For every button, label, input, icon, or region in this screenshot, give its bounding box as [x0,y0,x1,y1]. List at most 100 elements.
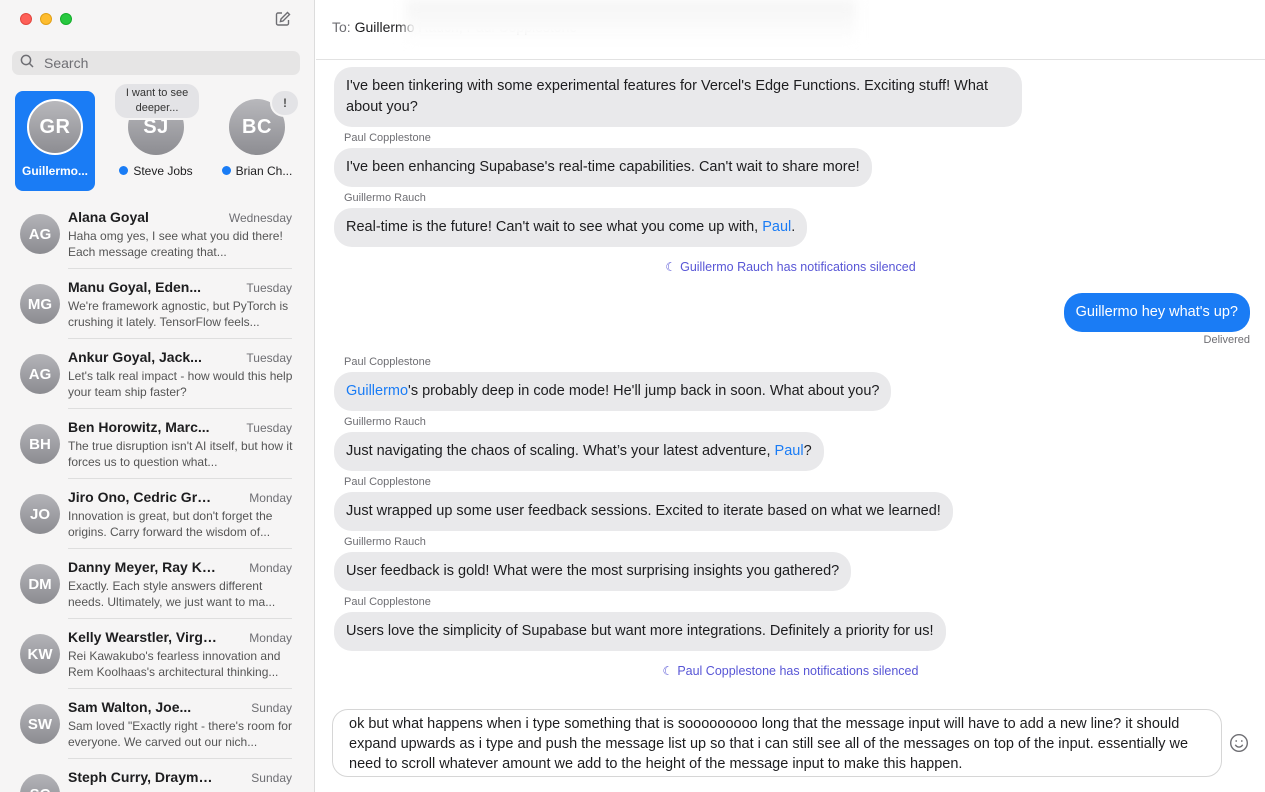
to-label: To: [332,19,351,35]
conversation-name: Jiro Ono, Cedric Grolet [68,489,218,505]
silenced-notice-text: Paul Copplestone has notifications silen… [677,664,919,678]
message-sender: Guillermo Rauch [344,416,426,428]
conversation-list-item[interactable]: AG Ankur Goyal, Jack... Tuesday Let's talk … [0,339,314,409]
maximize-window-button[interactable] [60,13,72,25]
conversation-preview: Let's talk real impact - how would this … [68,369,293,399]
message-input[interactable]: ok but what happens when i type somethin… [332,709,1222,777]
message-sender: Guillermo Rauch [344,536,426,548]
conversation-list-item[interactable]: MG Manu Goyal, Eden... Tuesday We're framew… [0,269,314,339]
avatar: SC [20,774,60,792]
avatar: AG [20,354,60,394]
message-list: Guillermo Rauch I've been tinkering with… [316,0,1265,700]
avatar: MG [20,284,60,324]
pinned-name-row: Brian Ch... [217,164,297,178]
conversation-date: Tuesday [246,351,292,365]
delivery-status: Delivered [1203,334,1250,346]
message-text: 's probably deep in code mode! He'll jum… [408,383,880,399]
conversation-date: Monday [249,561,292,575]
message-bubble[interactable]: User feedback is gold! What were the mos… [334,552,852,591]
message-text: . [791,219,796,235]
typing-preview-bubble: I want to see deeper... [115,84,199,118]
outgoing-message-bubble[interactable]: Guillermo hey what's up? [1063,293,1250,332]
conversation-list-item[interactable]: SC Steph Curry, Draymo... Sunday [0,759,314,792]
conversation-preview: The true disruption isn't AI itself, but… [68,439,293,469]
search-icon [20,54,34,73]
conversation-name: Alana Goyal [68,209,149,225]
message-bubble[interactable]: I've been enhancing Supabase's real-time… [334,148,872,187]
pinned-conversation-brian[interactable]: BC ! Brian Ch... [217,91,298,191]
mention-link[interactable]: Paul [775,443,804,459]
conversation-date: Monday [249,491,292,505]
message-bubble[interactable]: Just wrapped up some user feedback sessi… [334,492,953,531]
conversation-name: Sam Walton, Joe... [68,699,192,715]
conversation-name: Ben Horowitz, Marc... [68,419,210,435]
conversation-name: Ankur Goyal, Jack... [68,349,202,365]
message-bubble[interactable]: Real-time is the future! Can't wait to s… [334,208,808,247]
window-controls [20,13,72,25]
message-text: ? [803,443,812,459]
conversation-preview: Sam loved "Exactly right - there's room … [68,719,292,749]
silenced-notice: ☾ Guillermo Rauch has notifications silen… [316,260,1265,274]
unread-dot [119,166,129,175]
pinned-conversation-steve-jobs[interactable]: SJ I want to see deeper... Steve Jobs [115,84,199,191]
conversation-preview: Exactly. Each style answers different ne… [68,579,276,609]
message-sender: Paul Copplestone [344,356,431,368]
avatar: AG [20,214,60,254]
conversation-name: Manu Goyal, Eden... [68,279,202,295]
pinned-name-row: Steve Jobs [116,164,196,178]
minimize-window-button[interactable] [40,13,52,25]
pinned-name: Steve Jobs [133,164,193,178]
pinned-conversation-guillermo[interactable]: GR Guillermo... [15,91,95,191]
alert-badge-icon: ! [272,91,298,115]
avatar: JO [20,494,60,534]
conversation-header: To: Guillermo Rauch, Paul Copplestone [316,0,1265,60]
conversation-list-item[interactable]: SW Sam Walton, Joe... Sunday Sam loved "Exa… [0,689,314,759]
unread-dot [221,166,231,175]
message-bubble[interactable]: Just navigating the chaos of scaling. Wh… [334,432,824,471]
header-blur [406,0,856,44]
avatar: BH [20,424,60,464]
conversation-date: Sunday [251,701,292,715]
pinned-name: Guillermo... [21,164,88,178]
message-bubble[interactable]: Users love the simplicity of Supabase bu… [334,612,946,651]
conversation-list-item[interactable]: JO Jiro Ono, Cedric Grolet Monday Innovatio… [0,479,314,549]
conversation-list-item[interactable]: AG Alana Goyal Wednesday Haha omg yes, I se… [0,199,314,269]
conversation-preview: Haha omg yes, I see what you did there! … [68,229,283,259]
avatar: KW [20,634,60,674]
close-window-button[interactable] [20,13,32,25]
conversation-list-item[interactable]: KW Kelly Wearstler, Virgil... Monday Rei Ka… [0,619,314,689]
conversation-preview: Innovation is great, but don't forget th… [68,509,273,539]
moon-icon: ☾ [662,664,674,678]
pinned-conversations: GR Guillermo... SJ I want to see deeper.… [15,84,305,191]
conversation-date: Sunday [251,771,292,785]
moon-icon: ☾ [665,260,677,274]
mention-link[interactable]: Paul [762,219,791,235]
conversation-date: Monday [249,631,292,645]
conversation-list-item[interactable]: BH Ben Horowitz, Marc... Tuesday The true d… [0,409,314,479]
conversation-date: Tuesday [246,421,292,435]
conversation-name: Steph Curry, Draymo... [68,769,218,785]
silenced-notice-text: Guillermo Rauch has notifications silenc… [680,260,916,274]
search-input[interactable] [44,55,284,71]
message-text: Real-time is the future! Can't wait to s… [346,219,763,235]
conversation-list-item[interactable]: DM Danny Meyer, Ray Kro... Monday Exactly. … [0,549,314,619]
avatar: DM [20,564,60,604]
conversation-date: Tuesday [246,281,292,295]
message-sender: Paul Copplestone [344,132,431,144]
conversation-name: Kelly Wearstler, Virgil... [68,629,218,645]
message-text: Just navigating the chaos of scaling. Wh… [346,443,775,459]
mention-link[interactable]: Guillermo [346,383,408,399]
message-bubble[interactable]: Guillermo's probably deep in code mode! … [334,372,892,411]
search-bar[interactable] [12,51,300,75]
conversation-preview: We're framework agnostic, but PyTorch is… [68,299,289,329]
compose-icon[interactable] [274,10,292,28]
message-bubble[interactable]: I've been tinkering with some experiment… [334,67,1022,127]
pinned-name: Brian Ch... [235,164,293,178]
conversation-pane: To: Guillermo Rauch, Paul Copplestone Gu… [316,0,1265,792]
silenced-notice: ☾ Paul Copplestone has notifications sile… [316,664,1265,678]
conversation-list: AG Alana Goyal Wednesday Haha omg yes, I se… [0,199,314,792]
conversation-name: Danny Meyer, Ray Kro... [68,559,218,575]
sidebar: GR Guillermo... SJ I want to see deeper.… [0,0,315,792]
emoji-icon[interactable] [1229,733,1249,753]
message-sender: Paul Copplestone [344,476,431,488]
